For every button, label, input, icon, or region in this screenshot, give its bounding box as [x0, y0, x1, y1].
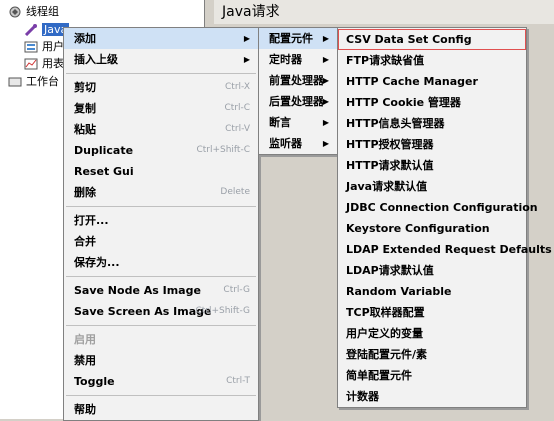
config-item-login-config[interactable]: 登陆配置元件/素 — [338, 344, 526, 365]
submenu-item-post-processor[interactable]: 后置处理器 ▶ — [259, 91, 337, 112]
add-submenu: 配置元件 ▶ 定时器 ▶ 前置处理器 ▶ 后置处理器 ▶ 断言 ▶ 监听器 ▶ — [258, 27, 338, 155]
submenu-arrow-icon: ▶ — [322, 76, 329, 85]
menu-item-disable[interactable]: 禁用 — [64, 350, 258, 371]
config-element-submenu: CSV Data Set Config FTP请求缺省值 HTTP Cache … — [337, 27, 552, 408]
config-item-ldap-extended-defaults[interactable]: LDAP Extended Request Defaults — [338, 239, 552, 260]
submenu-arrow-icon: ▶ — [243, 34, 250, 43]
menu-separator — [66, 206, 256, 207]
submenu-item-assertion[interactable]: 断言 ▶ — [259, 112, 337, 133]
tree-item-workbench[interactable]: 工作台 — [8, 74, 59, 90]
config-item-user-defined-variables[interactable]: 用户定义的变量 — [338, 323, 526, 344]
submenu-arrow-icon: ▶ — [322, 34, 329, 43]
config-item-ftp-defaults[interactable]: FTP请求缺省值 — [338, 50, 526, 71]
tree-item-label: 线程组 — [26, 5, 59, 18]
menu-item-insert-parent[interactable]: 插入上级 ▶ — [64, 49, 258, 70]
menu-item-enable: 启用 — [74, 333, 96, 346]
menu-item-cut[interactable]: 剪切 Ctrl-X — [64, 77, 258, 98]
menu-separator — [66, 73, 256, 74]
tree-item-user-params[interactable]: 用户 — [24, 39, 64, 55]
submenu-arrow-icon: ▶ — [322, 118, 329, 127]
context-menu: 添加 ▶ 插入上级 ▶ 剪切 Ctrl-X 复制 Ctrl-C 粘贴 Ctrl-V Dup… — [63, 27, 259, 421]
config-item-jdbc-connection[interactable]: JDBC Connection Configuration — [338, 197, 538, 218]
config-item-http-auth-manager[interactable]: HTTP授权管理器 — [338, 134, 526, 155]
config-item-keystore[interactable]: Keystore Configuration — [338, 218, 526, 239]
submenu-arrow-icon: ▶ — [322, 55, 329, 64]
tree-item-label: 工作台 — [26, 75, 59, 88]
tree-item-label: 用表 — [42, 57, 64, 70]
menu-item-save-screen-image[interactable]: Save Screen As Image Ctrl+Shift-G — [64, 301, 258, 322]
config-item-http-header-manager[interactable]: HTTP信息头管理器 — [338, 113, 526, 134]
tree-item-label: 用户 — [42, 40, 64, 53]
config-item-http-cookie-manager[interactable]: HTTP Cookie 管理器 — [338, 92, 526, 113]
config-item-http-cache-manager[interactable]: HTTP Cache Manager — [338, 71, 526, 92]
submenu-item-config-element[interactable]: 配置元件 ▶ — [259, 28, 337, 49]
menu-separator — [66, 276, 256, 277]
menu-item-copy[interactable]: 复制 Ctrl-C — [64, 98, 258, 119]
config-item-ldap-defaults[interactable]: LDAP请求默认值 — [338, 260, 526, 281]
menu-separator — [66, 395, 256, 396]
menu-item-save-as[interactable]: 保存为... — [64, 252, 258, 273]
submenu-item-timer[interactable]: 定时器 ▶ — [259, 49, 337, 70]
config-item-csv-data-set[interactable]: CSV Data Set Config — [338, 29, 526, 50]
submenu-arrow-icon: ▶ — [322, 139, 329, 148]
menu-item-paste[interactable]: 粘贴 Ctrl-V — [64, 119, 258, 140]
page-title: Java请求 — [214, 0, 554, 24]
menu-item-help[interactable]: 帮助 — [64, 399, 258, 420]
config-item-http-request-defaults[interactable]: HTTP请求默认值 — [338, 155, 526, 176]
submenu-item-pre-processor[interactable]: 前置处理器 ▶ — [259, 70, 337, 91]
config-item-counter[interactable]: 计数器 — [338, 386, 526, 407]
menu-item-add[interactable]: 添加 ▶ — [64, 28, 258, 49]
menu-item-reset-gui[interactable]: Reset Gui — [64, 161, 258, 182]
graph-listener-icon — [24, 58, 38, 70]
menu-item-duplicate[interactable]: Duplicate Ctrl+Shift-C — [64, 140, 258, 161]
config-item-simple-config[interactable]: 简单配置元件 — [338, 365, 526, 386]
submenu-arrow-icon: ▶ — [322, 97, 329, 106]
menu-item-toggle[interactable]: Toggle Ctrl-T — [64, 371, 258, 392]
menu-item-save-node-image[interactable]: Save Node As Image Ctrl-G — [64, 280, 258, 301]
java-sampler-icon — [24, 24, 38, 37]
config-item-random-variable[interactable]: Random Variable — [338, 281, 526, 302]
submenu-item-listener[interactable]: 监听器 ▶ — [259, 133, 337, 154]
menu-item-open[interactable]: 打开... — [64, 210, 258, 231]
menu-item-merge[interactable]: 合并 — [64, 231, 258, 252]
config-item-tcp-sampler-config[interactable]: TCP取样器配置 — [338, 302, 526, 323]
tree-item-graph-results[interactable]: 用表 — [24, 56, 64, 72]
config-item-java-request-defaults[interactable]: Java请求默认值 — [338, 176, 526, 197]
tree-item-thread-group[interactable]: 线程组 — [8, 4, 59, 20]
user-config-icon — [24, 41, 38, 53]
thread-group-icon — [8, 6, 22, 18]
menu-separator — [66, 325, 256, 326]
workbench-icon — [8, 76, 22, 88]
submenu-arrow-icon: ▶ — [243, 55, 250, 64]
menu-item-delete[interactable]: 删除 Delete — [64, 182, 258, 203]
